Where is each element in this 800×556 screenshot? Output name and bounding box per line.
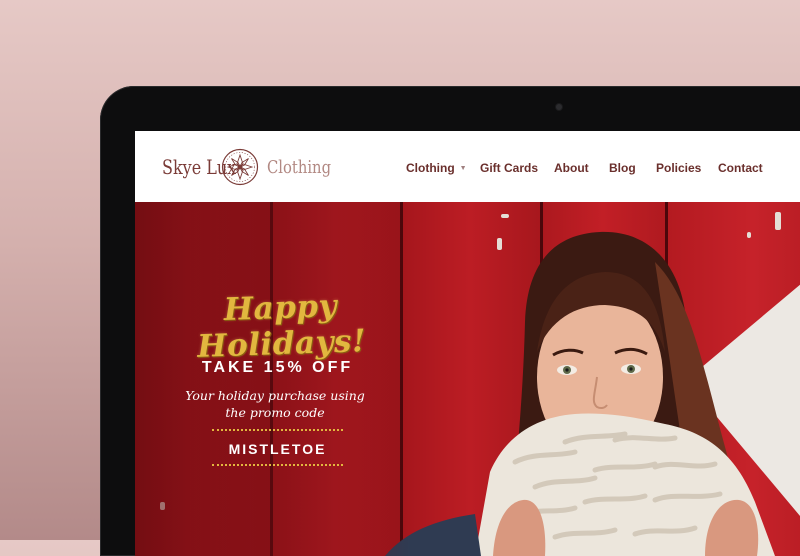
site-header: Skye Lux Clothing Clothing ▼ Gift Cards … [135,131,800,202]
nav-item-clothing[interactable]: Clothing ▼ [406,161,467,175]
nav-item-contact[interactable]: Contact [718,161,763,175]
nav-item-label: Clothing [406,161,455,175]
hero-banner[interactable]: Happy Holidays! TAKE 15% OFF Your holida… [135,202,800,556]
nav-item-policies[interactable]: Policies [656,161,701,175]
promo-description-line: Your holiday purchase using [185,388,365,403]
nav-item-gift-cards[interactable]: Gift Cards [480,161,538,175]
main-nav: Clothing ▼ Gift Cards About Blog Policies… [135,161,800,181]
monitor-frame: Skye Lux Clothing Clothing ▼ Gift Cards … [100,86,800,556]
caret-down-icon[interactable]: ▼ [460,165,467,172]
promo-overlay [135,202,410,556]
promo-code[interactable]: MISTLETOE [212,441,343,457]
discount-offer: TAKE 15% OFF [201,359,354,376]
nav-item-about[interactable]: About [554,161,589,175]
promo-description: Your holiday purchase using the promo co… [180,387,370,421]
webcam-dot [556,104,562,110]
promo-description-line: the promo code [225,405,325,420]
browser-screen: Skye Lux Clothing Clothing ▼ Gift Cards … [135,131,800,556]
gold-divider [212,464,343,466]
nav-item-blog[interactable]: Blog [609,161,636,175]
holiday-headline: Happy Holidays! [196,288,367,365]
gold-divider [212,429,343,431]
